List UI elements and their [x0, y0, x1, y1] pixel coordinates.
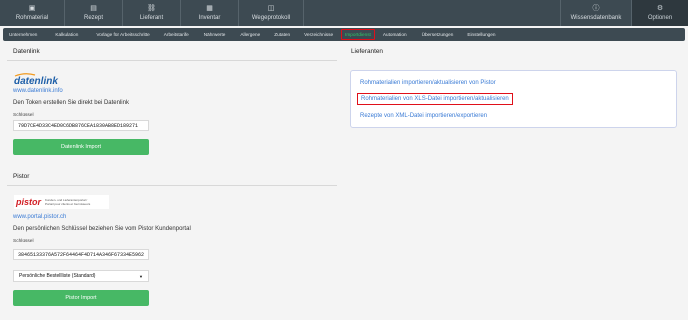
datenlink-key-input[interactable]: 79D7CE4D33C4ED0C6DB876CEA1830AB8ED189271: [13, 120, 149, 131]
nav-rezept[interactable]: ▤ Rezept: [65, 0, 122, 26]
pistor-description: Den persönlichen Schlüssel beziehen Sie …: [13, 226, 191, 232]
nav-label: Optionen: [647, 15, 673, 21]
pistor-url-link[interactable]: www.portal.pistor.ch: [13, 214, 66, 220]
datenlink-description: Den Token erstellen Sie direkt bei Daten…: [13, 100, 129, 106]
info-icon: ⓘ: [592, 5, 600, 12]
tab-arbeitstarife[interactable]: Arbeitstarife: [164, 32, 189, 37]
datenlink-url-link[interactable]: www.datenlink.info: [13, 88, 63, 94]
nav-label: Rezept: [83, 15, 103, 21]
nav-optionen[interactable]: ⚙ Optionen: [632, 0, 688, 26]
tab-vorlage-arbeitsschritte[interactable]: Vorlage für Arbeitsschritte: [96, 32, 149, 37]
lieferanten-box: Rohmaterialien importieren/aktualisieren…: [350, 70, 677, 128]
datenlink-logo: datenlink: [14, 73, 58, 86]
tab-verzeichnisse[interactable]: Verzeichnisse: [304, 32, 333, 37]
nav-label: Rohmaterial: [15, 15, 49, 21]
datenlink-import-button[interactable]: Datenlink Import: [13, 139, 149, 155]
nav-lieferant[interactable]: ⛓ Lieferant: [123, 0, 180, 26]
tab-unternehmen[interactable]: Unternehmen: [9, 32, 37, 37]
nav-wissensdatenbank[interactable]: ⓘ Wissensdatenbank: [561, 0, 631, 26]
pistor-order-list-select[interactable]: Persönliche Bestellliste (Standard) ▼: [13, 270, 149, 282]
nav-rohmaterial[interactable]: ▣ Rohmaterial: [0, 0, 64, 26]
tab-zutaten[interactable]: Zutaten: [274, 32, 290, 37]
clipboard-icon: ◫: [267, 5, 275, 12]
left-panel: Datenlink datenlink www.datenlink.info D…: [7, 44, 337, 320]
nav-wegeprotokoll[interactable]: ◫ Wegeprotokoll: [239, 0, 303, 26]
nav-label: Inventar: [198, 15, 221, 21]
top-navigation: ▣ Rohmaterial ▤ Rezept ⛓ Lieferant ▦ Inv…: [0, 0, 688, 26]
truck-icon: ⛓: [147, 5, 156, 12]
datenlink-logo-text: datenlink: [14, 76, 58, 86]
pistor-key-label: Schlüssel: [13, 239, 34, 244]
lieferanten-section-title: Lieferanten: [351, 48, 383, 55]
gear-icon: ⚙: [656, 5, 664, 12]
options-subnav: Unternehmen Kalkulation Vorlage für Arbe…: [3, 28, 685, 41]
chevron-down-icon: ▼: [139, 273, 143, 279]
tab-automation[interactable]: Automation: [383, 32, 407, 37]
pistor-section-title: Pistor: [13, 173, 30, 180]
datenlink-section-title: Datenlink: [13, 48, 40, 55]
nav-label: Wegeprotokoll: [251, 15, 291, 21]
recipe-book-icon: ▤: [90, 5, 97, 12]
datenlink-key-label: Schlüssel: [13, 113, 34, 118]
tab-einstellungen[interactable]: Einstellungen: [467, 32, 495, 37]
nav-label: Lieferant: [139, 15, 164, 21]
tab-naehrwerte[interactable]: Nährwerte: [204, 32, 226, 37]
pistor-key-input[interactable]: 38465133376A572F64464F4D714A346F67334E59…: [13, 249, 149, 260]
import-pistor-link[interactable]: Rohmaterialien importieren/aktualisieren…: [360, 80, 496, 86]
divider: [7, 60, 337, 61]
tab-allergene[interactable]: Allergene: [240, 32, 260, 37]
box-icon: ▣: [28, 5, 36, 12]
pistor-logo: pistor Kunden- und Lieferantenportal / P…: [14, 195, 109, 209]
tab-importdienst[interactable]: Importdienst: [341, 29, 375, 40]
nav-inventar[interactable]: ▦ Inventar: [181, 0, 238, 26]
recipes-xml-link[interactable]: Rezepte von XML-Datei importieren/export…: [360, 113, 487, 119]
nav-label: Wissensdatenbank: [570, 15, 622, 21]
pistor-tagline: Portail pour clients et fournisseurs: [45, 202, 91, 206]
divider: [7, 185, 337, 186]
tab-uebersetzungen[interactable]: Übersetzungen: [422, 32, 454, 37]
pistor-import-button[interactable]: Pistor Import: [13, 290, 149, 306]
pistor-logo-text: pistor: [16, 197, 42, 207]
tab-kalkulation[interactable]: Kalkulation: [55, 32, 78, 37]
grid-icon: ▦: [206, 5, 213, 12]
select-value: Persönliche Bestellliste (Standard): [19, 273, 96, 279]
import-xls-link[interactable]: Rohmaterialien von XLS-Datei importieren…: [357, 93, 513, 105]
